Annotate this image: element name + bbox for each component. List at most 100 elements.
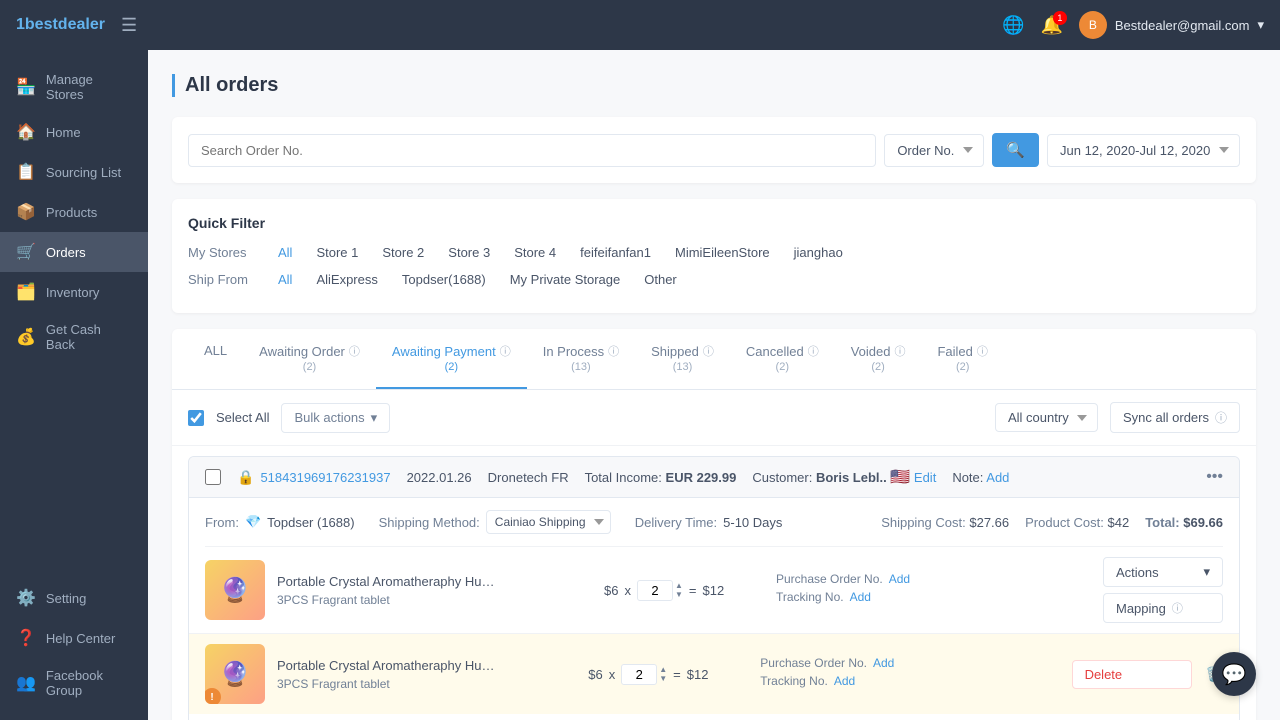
- qty-up-arrow[interactable]: ▲: [675, 582, 683, 590]
- quantity-input[interactable]: [621, 664, 657, 685]
- tab-voided[interactable]: Voided ⓘ (2): [835, 329, 922, 389]
- search-bar: Order No. 🔍 Jun 12, 2020-Jul 12, 2020: [172, 117, 1256, 183]
- sidebar-item-products[interactable]: 📦Products: [0, 192, 148, 232]
- tab-info-icon: ⓘ: [608, 343, 619, 359]
- sidebar-item-facebook-group[interactable]: 👥Facebook Group: [0, 658, 148, 708]
- search-type-select[interactable]: Order No.: [884, 134, 984, 167]
- order-checkbox[interactable]: [205, 469, 221, 485]
- sidebar-item-help-center[interactable]: ❓Help Center: [0, 618, 148, 658]
- store-filter-mimieileenstore[interactable]: MimiEileenStore: [671, 243, 774, 262]
- sidebar-item-label: Home: [46, 125, 81, 140]
- tab-count: (13): [673, 361, 693, 373]
- chat-button[interactable]: 💬: [1212, 652, 1256, 696]
- sidebar-item-get-cash-back[interactable]: 💰Get Cash Back: [0, 312, 148, 362]
- bulk-actions-button[interactable]: Bulk actions ▾: [281, 403, 390, 433]
- tab-cancelled[interactable]: Cancelled ⓘ (2): [730, 329, 835, 389]
- sidebar-item-label: Setting: [46, 591, 86, 606]
- tab-in-process[interactable]: In Process ⓘ (13): [527, 329, 635, 389]
- quick-filter-panel: Quick Filter My Stores AllStore 1Store 2…: [172, 199, 1256, 313]
- ship-from-other[interactable]: Other: [640, 270, 681, 289]
- tab-all[interactable]: ALL: [188, 329, 243, 389]
- tracking-no-add[interactable]: Add: [834, 674, 855, 688]
- sidebar-item-label: Inventory: [46, 285, 99, 300]
- store-filter-feifeifanfan1[interactable]: feifeifanfan1: [576, 243, 655, 262]
- table-row: 🔒 518431969176231937 2022.01.26 Dronetec…: [188, 456, 1240, 720]
- mapping-button[interactable]: Mapping ⓘ: [1103, 593, 1223, 623]
- product-thumbnail: 🔮: [205, 560, 265, 620]
- sidebar-item-label: Manage Stores: [46, 72, 132, 102]
- tab-count: (2): [303, 361, 316, 373]
- tab-label: Awaiting Payment: [392, 344, 496, 359]
- customer-flag: 🇺🇸: [890, 469, 910, 486]
- delete-label: Delete: [1085, 667, 1123, 682]
- more-options-button[interactable]: •••: [1206, 468, 1223, 486]
- order-id[interactable]: 🔒 518431969176231937: [237, 469, 391, 486]
- tab-label: Cancelled: [746, 344, 804, 359]
- globe-icon[interactable]: 🌐: [1002, 15, 1024, 36]
- sidebar-item-manage-stores[interactable]: 🏪Manage Stores: [0, 62, 148, 112]
- order-meta: From: 💎 Topdser (1688) Shipping Method: …: [205, 510, 1223, 534]
- sidebar-item-label: Sourcing List: [46, 165, 121, 180]
- sidebar-item-inventory[interactable]: 🗂️Inventory: [0, 272, 148, 312]
- tab-awaiting-order[interactable]: Awaiting Order ⓘ (2): [243, 329, 376, 389]
- select-all-checkbox[interactable]: [188, 410, 204, 426]
- product-name: Portable Crystal Aromatheraphy Humidifie…: [277, 658, 497, 673]
- add-note-link[interactable]: Add: [986, 470, 1009, 485]
- product-info: Portable Crystal Aromatheraphy Humidifie…: [277, 574, 592, 607]
- home-icon: 🏠: [16, 122, 36, 142]
- line-total: $12: [702, 583, 724, 598]
- sync-all-button[interactable]: Sync all orders ⓘ: [1110, 402, 1240, 433]
- actions-button[interactable]: Actions ▾: [1103, 557, 1223, 587]
- sidebar-item-sourcing-list[interactable]: 📋Sourcing List: [0, 152, 148, 192]
- store-filter-all[interactable]: All: [274, 243, 296, 262]
- quantity-input[interactable]: [637, 580, 673, 601]
- shipping-method-select[interactable]: Cainiao Shipping: [486, 510, 611, 534]
- setting-icon: ⚙️: [16, 588, 36, 608]
- sidebar-item-label: Get Cash Back: [46, 322, 132, 352]
- sidebar-item-setting[interactable]: ⚙️ Setting: [0, 578, 148, 618]
- sidebar-item-home[interactable]: 🏠 Home: [0, 112, 148, 152]
- qty-down-arrow[interactable]: ▼: [675, 591, 683, 599]
- topdser-icon: 💎: [245, 514, 261, 530]
- tab-label: Voided: [851, 344, 891, 359]
- store-filter-store-2[interactable]: Store 2: [378, 243, 428, 262]
- from-info: From: 💎 Topdser (1688): [205, 514, 355, 530]
- tab-shipped[interactable]: Shipped ⓘ (13): [635, 329, 730, 389]
- tab-failed[interactable]: Failed ⓘ (2): [921, 329, 1003, 389]
- ship-from-my-private-storage[interactable]: My Private Storage: [506, 270, 625, 289]
- ship-from-aliexpress[interactable]: AliExpress: [312, 270, 381, 289]
- country-filter-select[interactable]: All country: [995, 403, 1098, 432]
- notifications-icon[interactable]: 🔔 1: [1040, 15, 1062, 36]
- qty-up-arrow[interactable]: ▲: [659, 666, 667, 674]
- tracking-no-label: Tracking No.: [776, 590, 844, 604]
- facebook-group-icon: 👥: [16, 673, 36, 693]
- store-filter-jianghao[interactable]: jianghao: [790, 243, 847, 262]
- store-filter-store-4[interactable]: Store 4: [510, 243, 560, 262]
- logo[interactable]: 1bestdealer: [16, 16, 105, 34]
- user-menu[interactable]: B Bestdealer@gmail.com ▾: [1079, 11, 1264, 39]
- tab-count: (2): [445, 361, 458, 373]
- actions-section: Delete 🗑️: [1072, 660, 1223, 689]
- search-button[interactable]: 🔍: [992, 133, 1039, 167]
- product-variant: 3PCS Fragrant tablet: [277, 593, 592, 607]
- store-filter-store-1[interactable]: Store 1: [312, 243, 362, 262]
- tracking-no-add[interactable]: Add: [850, 590, 871, 604]
- delivery-info: Delivery Time: 5-10 Days: [635, 515, 783, 530]
- purchase-order-add[interactable]: Add: [873, 656, 894, 670]
- date-range-select[interactable]: Jun 12, 2020-Jul 12, 2020: [1047, 134, 1240, 167]
- purchase-order-add[interactable]: Add: [889, 572, 910, 586]
- sidebar-item-orders[interactable]: 🛒 Orders: [0, 232, 148, 272]
- orders-icon: 🛒: [16, 242, 36, 262]
- edit-customer-link[interactable]: Edit: [914, 470, 936, 485]
- ship-from-topdser-1688-[interactable]: Topdser(1688): [398, 270, 490, 289]
- tab-awaiting-payment[interactable]: Awaiting Payment ⓘ (2): [376, 329, 527, 389]
- ship-from-all[interactable]: All: [274, 270, 296, 289]
- store-filter-store-3[interactable]: Store 3: [444, 243, 494, 262]
- sidebar-item-label: Orders: [46, 245, 86, 260]
- qty-down-arrow[interactable]: ▼: [659, 675, 667, 683]
- delete-button[interactable]: Delete: [1072, 660, 1192, 689]
- tab-label: ALL: [204, 343, 227, 358]
- product-price: $6: [588, 667, 602, 682]
- hamburger-icon[interactable]: ☰: [121, 15, 137, 36]
- search-input[interactable]: [188, 134, 876, 167]
